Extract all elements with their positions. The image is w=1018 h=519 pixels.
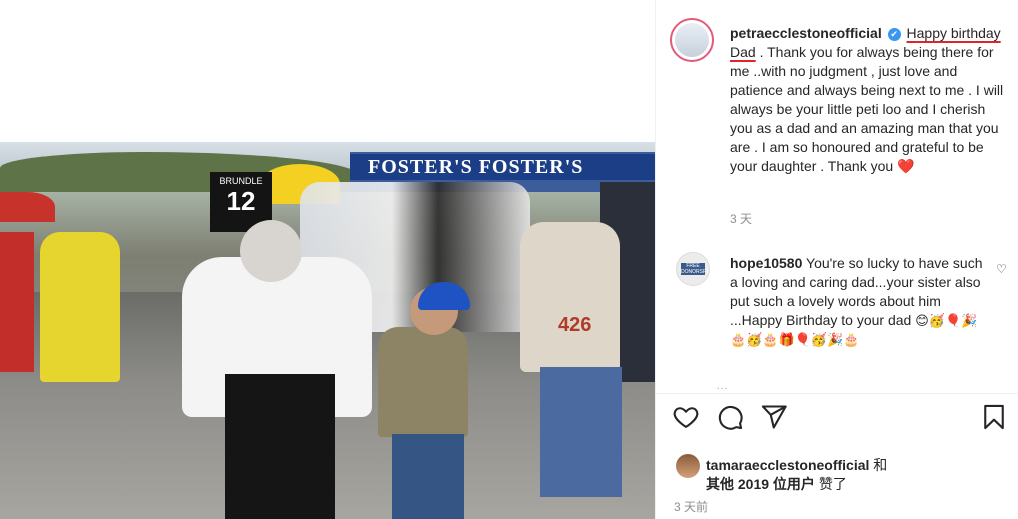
author-avatar[interactable] [670, 18, 714, 62]
post-caption: petraecclestoneofficial ✔ Happy birthday… [730, 24, 1010, 176]
verified-badge-icon: ✔ [887, 28, 901, 41]
heart-outline-icon [673, 407, 699, 428]
save-button[interactable] [980, 403, 1010, 433]
like-button[interactable] [672, 403, 702, 433]
likes-connector: 和 [869, 457, 888, 473]
post-media-area[interactable]: FOSTER'S FOSTER'S BRUNDLE 12 426 [0, 0, 655, 519]
video-red-tent [0, 192, 55, 222]
bookmark-icon [984, 404, 1004, 430]
likes-suffix: 赞了 [814, 476, 847, 492]
video-vest-number: 426 [558, 314, 592, 336]
action-bar [656, 403, 1018, 439]
likes-summary-line2: 其他 2019 位用户 赞了 [706, 474, 847, 494]
comment-body: hope10580 You're so lucky to have such a… [730, 254, 988, 349]
author-avatar-image [675, 23, 709, 57]
post-side-panel: petraecclestoneofficial ✔ Happy birthday… [655, 0, 1018, 519]
driver-board-number: 12 [226, 186, 256, 216]
likes-others-link[interactable]: 其他 2019 位用户 [706, 476, 815, 492]
video-banner: FOSTER'S FOSTER'S [350, 154, 655, 180]
commenter-avatar[interactable]: FREE DONORSFT [676, 252, 710, 286]
video-person-vest [520, 222, 620, 372]
author-username[interactable]: petraecclestoneofficial [730, 25, 882, 41]
video-person-vest-jeans [540, 367, 622, 497]
clipped-comment-row: … [716, 378, 728, 392]
post-video[interactable]: FOSTER'S FOSTER'S BRUNDLE 12 426 [0, 142, 655, 519]
video-child-shirt [378, 327, 468, 437]
video-man-pants [225, 374, 335, 519]
driver-board-name: BRUNDLE [219, 176, 263, 186]
share-button[interactable] [760, 403, 790, 433]
caption-timestamp[interactable]: 3 天 [730, 210, 752, 227]
video-man-head [240, 220, 302, 282]
likes-summary-line1: tamaraecclestoneofficial 和 [706, 455, 887, 475]
liker-username[interactable]: tamaraecclestoneofficial [706, 457, 869, 473]
heart-emoji-icon: ❤️ [897, 158, 915, 174]
commenter-avatar-tag: FREE DONORSFT [681, 263, 710, 275]
post-timestamp[interactable]: 3 天前 [674, 498, 708, 515]
video-child-jeans [392, 434, 464, 519]
comment-like-heart-icon[interactable]: ♡ [996, 262, 1007, 276]
panel-divider [656, 393, 1018, 394]
paper-plane-icon [761, 405, 787, 429]
liker-avatar[interactable] [676, 454, 700, 478]
comment-button[interactable] [716, 403, 746, 433]
comment-bubble-icon [718, 405, 743, 430]
caption-text: . Thank you for always being there for m… [730, 44, 1004, 174]
commenter-username[interactable]: hope10580 [730, 255, 802, 271]
video-person-red [0, 232, 34, 372]
video-person-yellow [40, 232, 120, 382]
